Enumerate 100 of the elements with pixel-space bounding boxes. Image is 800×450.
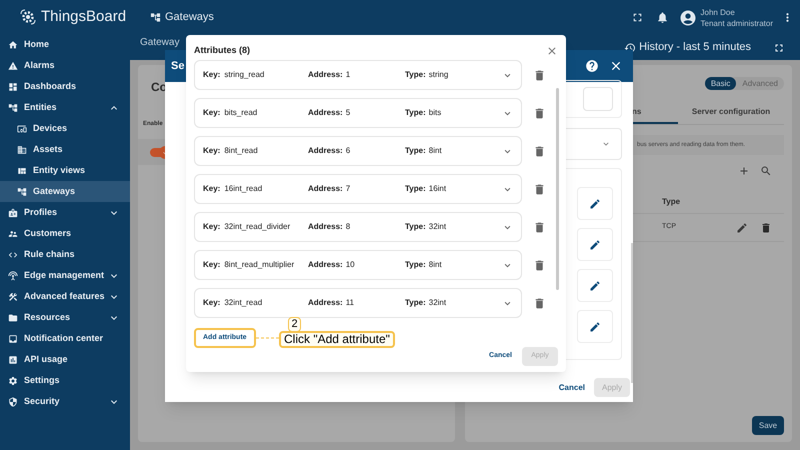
help-icon[interactable] [585,59,599,73]
pencil-icon[interactable] [589,280,601,292]
sidebar-item[interactable]: Entity views [0,160,130,181]
trash-icon[interactable] [533,296,546,310]
field-value: 32int_read_divider [224,221,290,233]
breadcrumb[interactable]: Gateways [165,9,214,26]
settings-icon [8,376,18,386]
save-button[interactable]: Save [752,416,784,435]
trash-icon[interactable] [533,106,546,120]
hierarchy-icon [150,12,161,23]
user-role: Tenant administrator [700,18,773,28]
pencil-icon[interactable] [736,222,748,234]
field-value: string_read [224,69,264,81]
field-label: Key: [203,221,220,233]
field-label: Type: [405,69,426,81]
sidebar-item[interactable]: Profiles [0,202,130,223]
sidebar-item[interactable]: Resources [0,307,130,328]
field-label: Type: [405,297,426,309]
pencil-icon[interactable] [589,198,601,210]
attribute-row[interactable]: Key: bits_read Address: 5 Type: bits [194,98,522,128]
mode-option[interactable]: Basic [704,77,736,90]
field-value: 16int [428,183,446,195]
trash-icon[interactable] [533,258,546,272]
add-icon[interactable] [738,165,750,177]
close-icon[interactable] [546,44,558,56]
sidebar-item[interactable]: Settings [0,370,130,391]
field-value: 32int_read [224,297,262,309]
sidebar-item[interactable]: Edge management [0,265,130,286]
field-value: 32int [428,221,446,233]
trash-icon[interactable] [533,182,546,196]
input-field[interactable] [583,87,613,111]
field-label: Address: [308,145,343,157]
field-value: 11 [346,297,354,309]
field-label: Type: [405,183,426,195]
people-icon [8,228,18,238]
field-value: 7 [346,183,350,195]
hierarchy-icon [17,186,27,196]
attribute-row[interactable]: Key: 16int_read Address: 7 Type: 16int [194,174,522,204]
sidebar-item[interactable]: Security [0,391,130,412]
attribute-row[interactable]: Key: string_read Address: 1 Type: string [194,60,522,90]
pencil-icon[interactable] [589,320,601,332]
field-label: Key: [203,297,220,309]
sidebar-item[interactable]: Dashboards [0,76,130,97]
bell-icon[interactable] [656,11,669,24]
field-value: 8int [428,259,442,271]
logo-icon [20,9,36,25]
annotation-label: Click "Add attribute" [279,331,395,348]
page-title: Gateway [140,37,180,49]
field-label: Address: [308,259,343,271]
sidebar-item[interactable]: Customers [0,223,130,244]
sidebar-item[interactable]: Advanced features [0,286,130,307]
sidebar-item[interactable]: Entities [0,97,130,118]
history-button[interactable]: History - last 5 minutes [639,39,751,56]
fullscreen-icon[interactable] [630,11,644,24]
search-icon[interactable] [760,165,772,177]
field-label: Key: [203,107,220,119]
sidebar-item[interactable]: Alarms [0,55,130,76]
trash-icon[interactable] [760,222,772,234]
sidebar-item[interactable]: Home [0,34,130,55]
trash-icon[interactable] [533,144,546,158]
field-label: Key: [203,183,220,195]
fullscreen-icon[interactable] [773,42,785,54]
user-name: John Doe [700,6,736,18]
attribute-row[interactable]: Key: 32int_read Address: 11 Type: 32int [194,288,522,318]
pencil-icon[interactable] [589,238,601,250]
field-value: 6 [346,145,350,157]
field-label: Address: [308,221,343,233]
field-value: 16int_read [224,183,262,195]
dialog-title: Se [171,58,184,74]
shield-icon [8,396,18,406]
sidebar-item[interactable]: Gateways [0,181,130,202]
app-logo[interactable]: ThingsBoard [41,6,126,28]
sidebar-item[interactable]: Assets [0,139,130,160]
close-icon[interactable] [609,59,623,73]
field-value: 8int_read_multiplier [224,259,294,271]
attribute-row[interactable]: Key: 8int_read Address: 6 Type: 8int [194,136,522,166]
field-value: bits_read [224,107,258,119]
field-value: 32int [428,297,446,309]
sidebar-item[interactable]: API usage [0,349,130,370]
sidebar-item[interactable]: Notification center [0,328,130,349]
leader-line [256,337,279,339]
chart-icon [8,354,18,364]
sidebar-item[interactable]: Rule chains [0,244,130,265]
field-label: Key: [203,69,220,81]
folder-icon [8,312,18,322]
trash-icon[interactable] [533,68,546,82]
field-label: Address: [308,69,343,81]
antenna-icon [8,270,18,280]
grid-icon [17,166,27,176]
cancel-button[interactable]: Cancel [558,382,585,394]
trash-icon[interactable] [533,220,546,234]
tab[interactable]: Server configuration [678,106,784,124]
dashboard-icon [8,82,18,92]
attribute-row[interactable]: Key: 8int_read_multiplier Address: 10 Type: 8int [194,250,522,280]
attribute-row[interactable]: Key: 32int_read_divider Address: 8 Type: 32int [194,212,522,242]
avatar-icon[interactable] [678,8,697,26]
sidebar-item[interactable]: Devices [0,118,130,139]
field-label: Type: [405,145,426,157]
house-icon [8,40,18,50]
field-label: Key: [203,145,220,157]
